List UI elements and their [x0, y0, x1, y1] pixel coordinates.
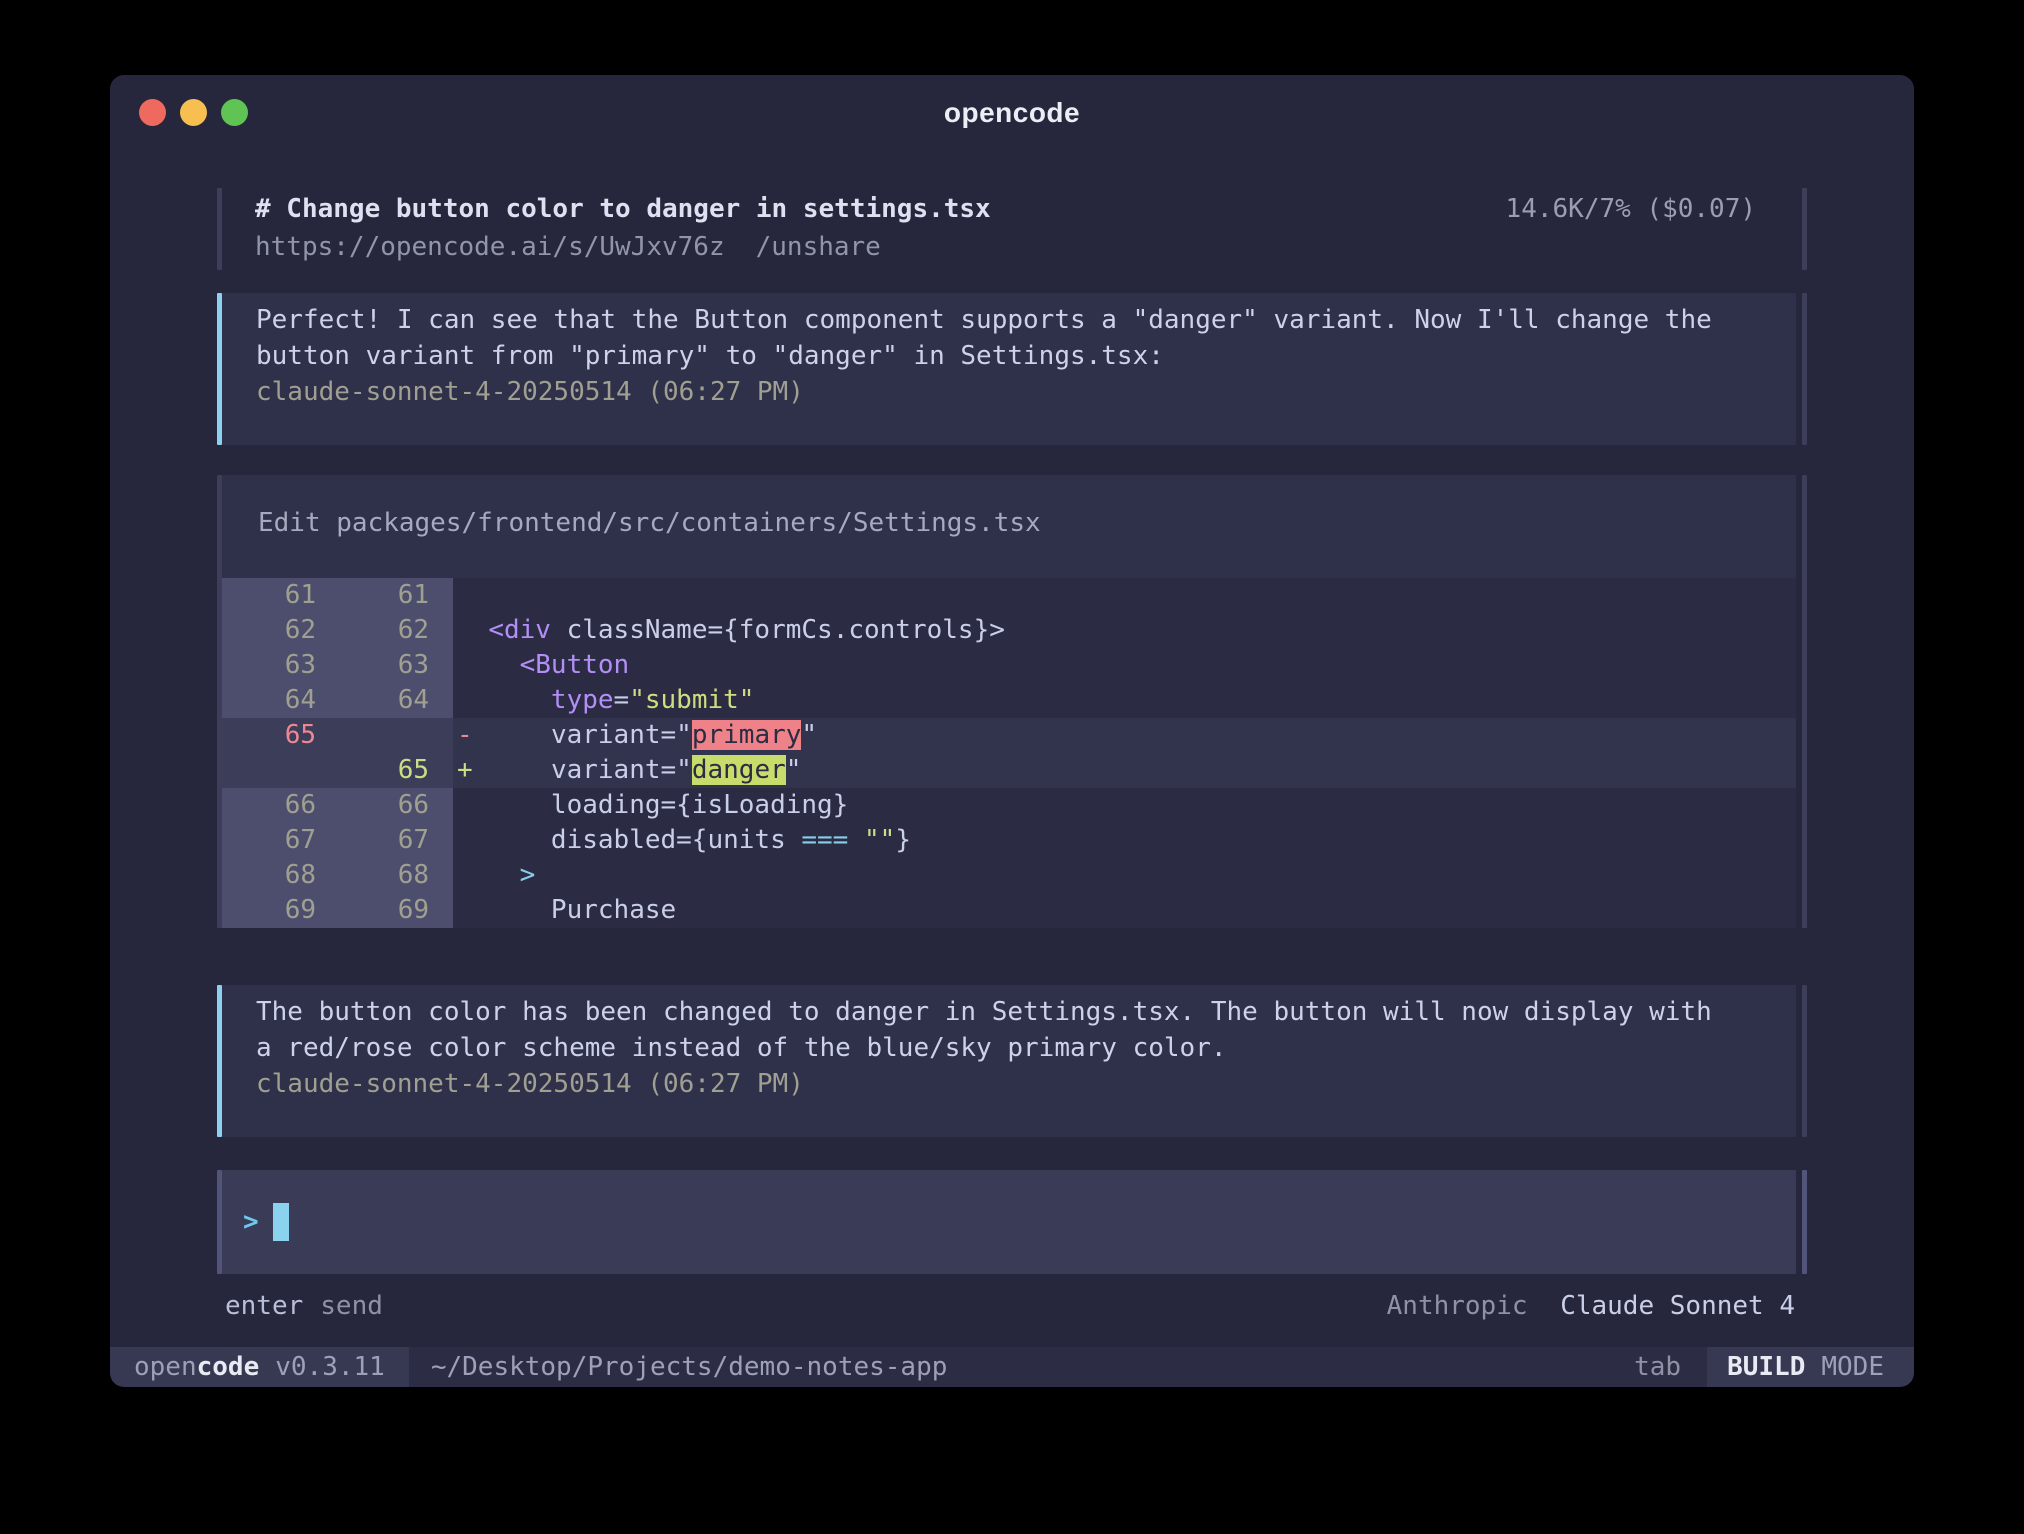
diff-code-line: loading={isLoading}: [453, 788, 1796, 823]
diff-code-line: >: [453, 858, 1796, 893]
gutter-new-line-number: 66: [334, 788, 453, 823]
diff-row: 6969 Purchase: [222, 893, 1796, 928]
diff-code-line: <Button: [453, 648, 1796, 683]
mode-label: MODE: [1821, 1352, 1884, 1382]
app-version-segment: opencode v0.3.11: [110, 1347, 409, 1387]
prompt-symbol: >: [243, 1207, 259, 1237]
diff-row: 6363 <Button: [222, 648, 1796, 683]
gutter-new-line-number: 62: [334, 613, 453, 648]
diff-row: 6161: [222, 578, 1796, 613]
message-line: button variant from "primary" to "danger…: [256, 338, 1796, 374]
diff-code-line: <div className={formCs.controls}>: [453, 613, 1796, 648]
status-bar: opencode v0.3.11 ~/Desktop/Projects/demo…: [110, 1347, 1914, 1387]
assistant-message: Perfect! I can see that the Button compo…: [217, 293, 1807, 445]
tab-key-hint: tab: [1634, 1352, 1681, 1382]
prompt-input-block: >: [217, 1170, 1807, 1274]
app-window: opencode # Change button color to danger…: [110, 75, 1914, 1387]
gutter-new-line-number: [334, 718, 453, 753]
provider-name: Anthropic: [1387, 1291, 1528, 1321]
gutter-new-line-number: 67: [334, 823, 453, 858]
gutter-new-line-number: 69: [334, 893, 453, 928]
model-name: Claude Sonnet 4: [1560, 1291, 1795, 1321]
gutter-old-line-number: 62: [222, 613, 334, 648]
app-name-open: open: [134, 1352, 197, 1382]
app-version: v0.3.11: [275, 1352, 385, 1382]
gutter-old-line-number: 65: [222, 718, 334, 753]
diff-scrollbar: [1802, 475, 1807, 928]
message-line: a red/rose color scheme instead of the b…: [256, 1030, 1796, 1066]
diff-code-line: - variant="primary": [453, 718, 1796, 753]
diff-row: 6868 >: [222, 858, 1796, 893]
send-action-hint: send: [320, 1291, 383, 1321]
diff-row: 6767 disabled={units === ""}: [222, 823, 1796, 858]
mode-toggle[interactable]: BUILD MODE: [1707, 1347, 1914, 1387]
diff-code-line: [453, 578, 1796, 613]
gutter-old-line-number: 68: [222, 858, 334, 893]
model-meta: claude-sonnet-4-20250514 (06:27 PM): [256, 1066, 1796, 1102]
gutter-old-line-number: 63: [222, 648, 334, 683]
window-title: opencode: [110, 97, 1914, 129]
gutter-new-line-number: 64: [334, 683, 453, 718]
message-line: The button color has been changed to dan…: [256, 994, 1796, 1030]
session-header: # Change button color to danger in setti…: [217, 188, 1807, 270]
diff-row: 6464 type="submit": [222, 683, 1796, 718]
prompt-input[interactable]: >: [222, 1170, 1796, 1274]
diff-code-line: type="submit": [453, 683, 1796, 718]
gutter-old-line-number: 67: [222, 823, 334, 858]
edit-tool-card: Edit packages/frontend/src/containers/Se…: [217, 475, 1807, 928]
message-right-bar: [1802, 985, 1807, 1137]
diff-row: 65 - variant="primary": [222, 718, 1796, 753]
text-cursor: [273, 1203, 289, 1241]
header-right-bar: [1802, 188, 1807, 270]
diff-row: 6666 loading={isLoading}: [222, 788, 1796, 823]
app-name-code: code: [197, 1352, 260, 1382]
gutter-old-line-number: 66: [222, 788, 334, 823]
diff-row: 6262 <div className={formCs.controls}>: [222, 613, 1796, 648]
edit-file-path: Edit packages/frontend/src/containers/Se…: [222, 475, 1796, 578]
diff-code-line: disabled={units === ""}: [453, 823, 1796, 858]
enter-key-hint: enter: [225, 1291, 303, 1321]
mode-build-label: BUILD: [1727, 1352, 1805, 1382]
gutter-new-line-number: 61: [334, 578, 453, 613]
working-directory: ~/Desktop/Projects/demo-notes-app: [431, 1352, 948, 1382]
assistant-message: The button color has been changed to dan…: [217, 985, 1807, 1137]
diff-row: 65+ variant="danger": [222, 753, 1796, 788]
model-meta: claude-sonnet-4-20250514 (06:27 PM): [256, 374, 1796, 410]
message-line: Perfect! I can see that the Button compo…: [256, 302, 1796, 338]
title-bar: opencode: [110, 75, 1914, 151]
unshare-command: /unshare: [756, 232, 881, 262]
message-text: Perfect! I can see that the Button compo…: [256, 302, 1796, 374]
message-text: The button color has been changed to dan…: [256, 994, 1796, 1066]
diff-code-line: + variant="danger": [453, 753, 1796, 788]
share-url[interactable]: https://opencode.ai/s/UwJxv76z: [255, 232, 725, 262]
gutter-new-line-number: 63: [334, 648, 453, 683]
session-title: # Change button color to danger in setti…: [255, 190, 991, 228]
message-right-bar: [1802, 293, 1807, 445]
diff-view: 61616262 <div className={formCs.controls…: [222, 578, 1796, 928]
gutter-new-line-number: 68: [334, 858, 453, 893]
gutter-old-line-number: [222, 753, 334, 788]
token-usage: 14.6K/7% ($0.07): [1506, 190, 1796, 228]
input-right-bar: [1802, 1170, 1807, 1274]
gutter-old-line-number: 64: [222, 683, 334, 718]
hint-row: enter send Anthropic Claude Sonnet 4: [217, 1288, 1807, 1324]
diff-code-line: Purchase: [453, 893, 1796, 928]
gutter-old-line-number: 61: [222, 578, 334, 613]
gutter-new-line-number: 65: [334, 753, 453, 788]
gutter-old-line-number: 69: [222, 893, 334, 928]
